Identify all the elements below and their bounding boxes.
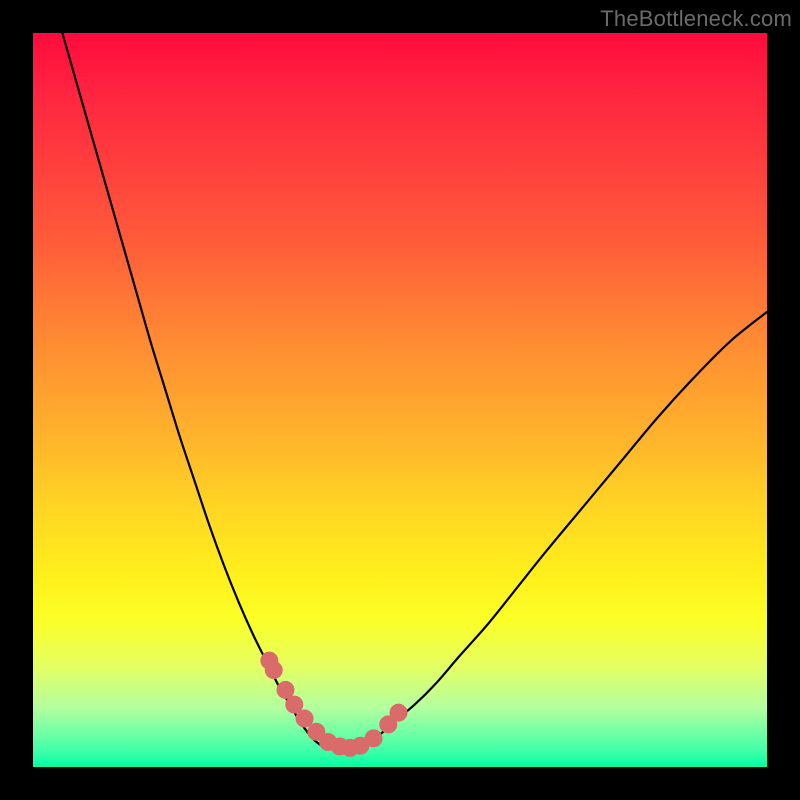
watermark-text: TheBottleneck.com xyxy=(600,6,792,32)
data-bead xyxy=(365,729,383,747)
data-bead xyxy=(265,661,283,679)
plot-area xyxy=(33,33,767,767)
chart-frame: TheBottleneck.com xyxy=(0,0,800,800)
curve-layer xyxy=(33,33,767,767)
data-bead xyxy=(390,704,408,722)
bottleneck-curve xyxy=(62,33,767,749)
